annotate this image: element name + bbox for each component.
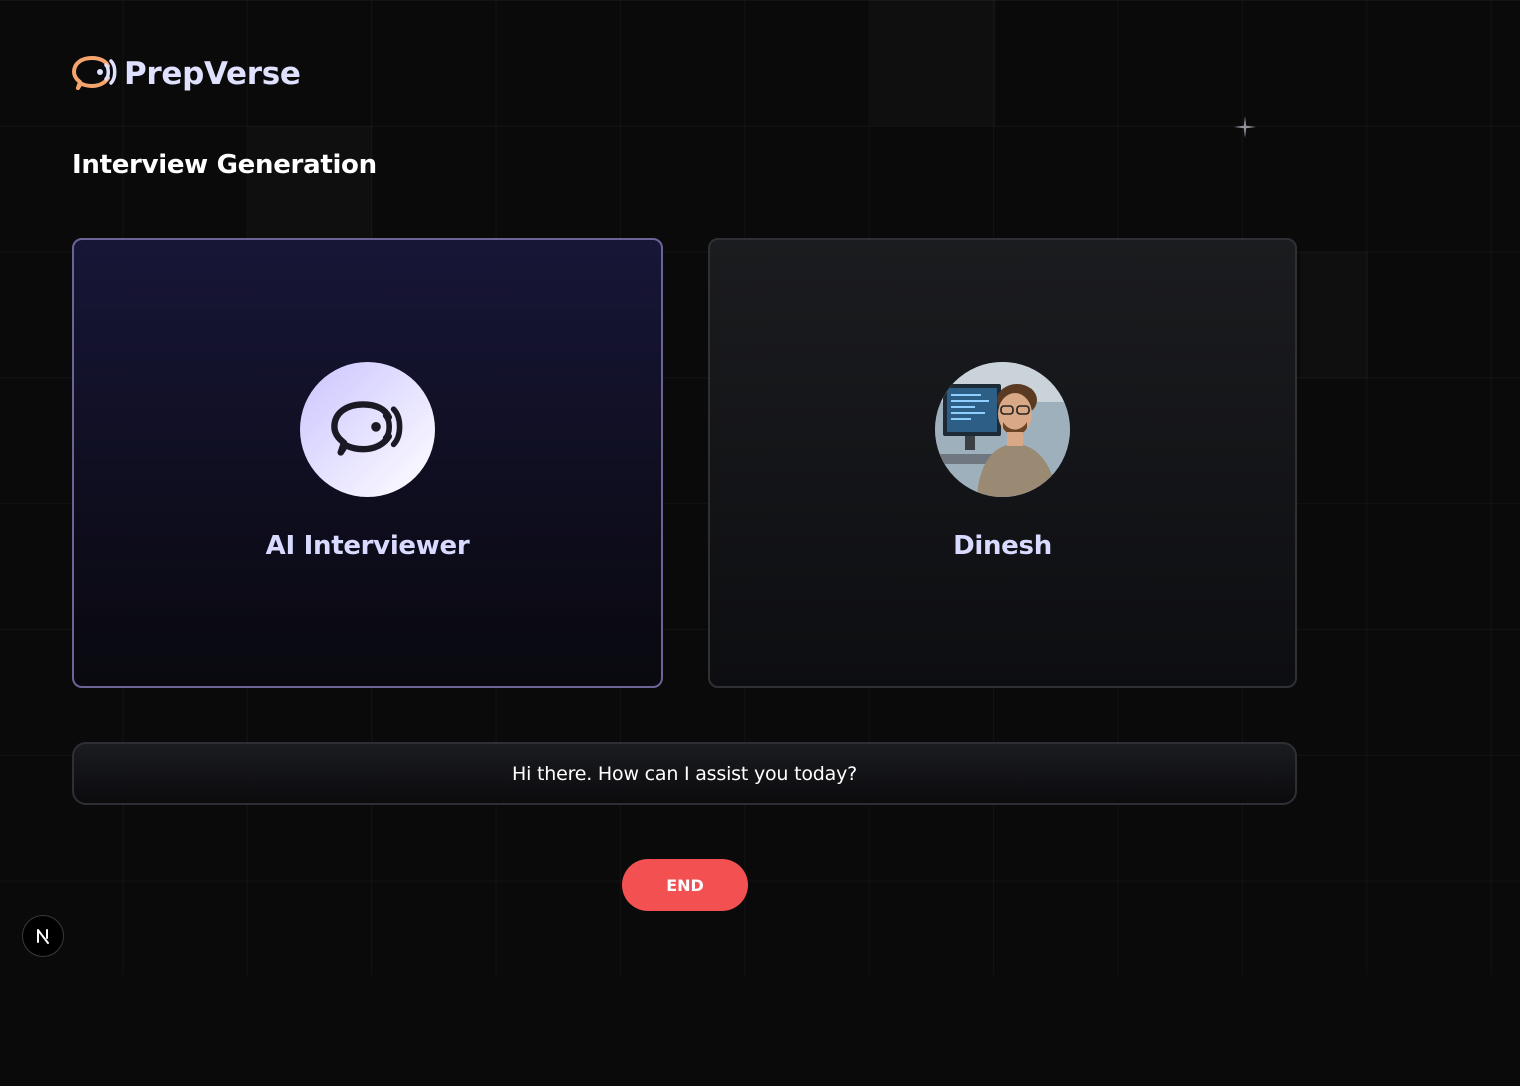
chat-voice-icon: [72, 56, 117, 90]
user-card: Dinesh: [708, 238, 1297, 688]
end-call-button[interactable]: END: [622, 859, 748, 911]
brand-logo-link[interactable]: PrepVerse: [72, 54, 301, 94]
user-avatar: [935, 362, 1070, 497]
page-title: Interview Generation: [72, 150, 377, 180]
ai-interviewer-card: AI Interviewer: [72, 238, 663, 688]
user-name: Dinesh: [953, 531, 1052, 561]
ai-avatar: [300, 362, 435, 497]
background-highlight-cell: [1300, 252, 1368, 379]
background-highlight-cell: [248, 126, 372, 238]
background-highlight-cell: [870, 0, 996, 126]
user-photo: [935, 362, 1070, 497]
transcript-message: Hi there. How can I assist you today?: [511, 762, 858, 785]
chat-voice-icon: [330, 400, 402, 456]
sparkle-icon: [1234, 116, 1256, 138]
ai-interviewer-name: AI Interviewer: [265, 531, 470, 561]
nextjs-icon: [37, 929, 49, 944]
nextjs-dev-indicator[interactable]: [22, 915, 64, 957]
transcript-box: Hi there. How can I assist you today?: [72, 742, 1297, 805]
brand-name: PrepVerse: [124, 56, 301, 92]
